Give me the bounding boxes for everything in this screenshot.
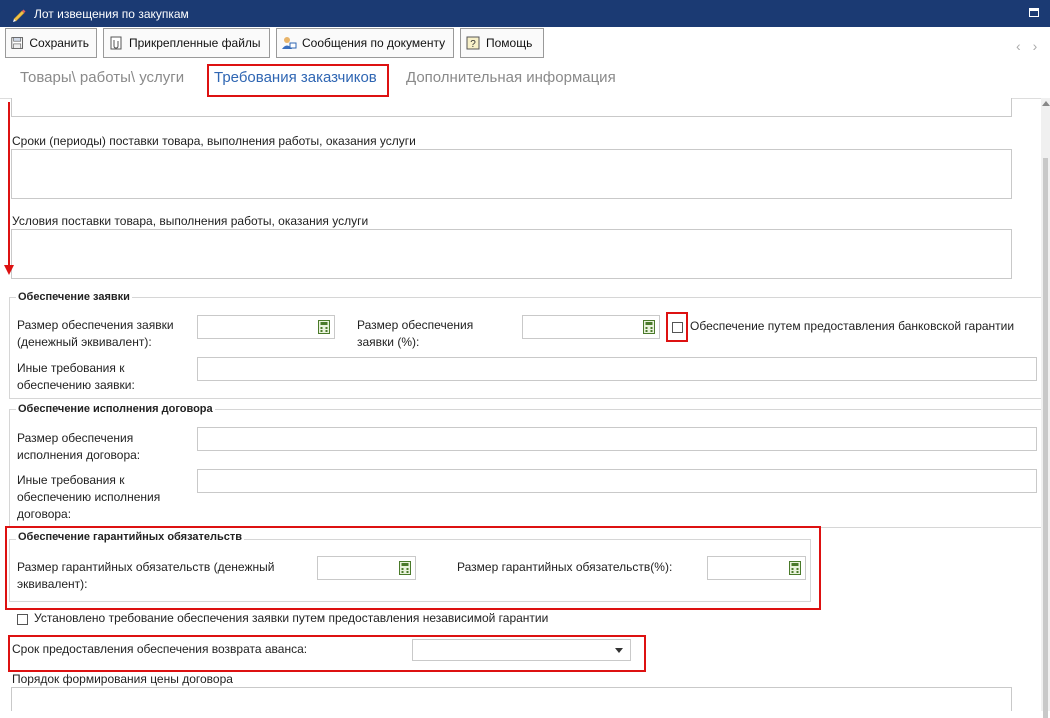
vertical-scrollbar[interactable] bbox=[1041, 98, 1050, 718]
user-message-icon bbox=[282, 37, 297, 49]
bid-amount-label-line1: Размер обеспечения заявки bbox=[17, 318, 174, 332]
toolbar: Сохранить Прикрепленные файлы Сообщения … bbox=[0, 27, 1050, 61]
messages-label: Сообщения по документу bbox=[302, 36, 446, 50]
delivery-terms-label: Условия поставки товара, выполнения рабо… bbox=[12, 214, 369, 228]
attachments-label: Прикрепленные файлы bbox=[129, 36, 261, 50]
delivery-terms-textarea[interactable] bbox=[11, 229, 1012, 279]
save-icon bbox=[11, 37, 24, 49]
independent-guarantee-label: Установлено требование обеспечения заявк… bbox=[34, 611, 549, 625]
highlight-advance-return bbox=[8, 635, 646, 672]
next-record-button[interactable]: › bbox=[1033, 38, 1050, 54]
window-titlebar: Лот извещения по закупкам bbox=[0, 0, 1050, 27]
pencil-icon bbox=[13, 9, 26, 22]
bid-amount-label: Размер обеспечения заявки (денежный экви… bbox=[17, 317, 174, 351]
independent-guarantee-checkbox[interactable] bbox=[17, 614, 28, 625]
delivery-periods-textarea[interactable] bbox=[11, 149, 1012, 199]
contract-amount-label-line1: Размер обеспечения bbox=[17, 431, 134, 445]
attachments-button[interactable]: Прикрепленные файлы bbox=[103, 28, 270, 58]
bid-amount-input[interactable] bbox=[197, 315, 335, 339]
bid-percent-label: Размер обеспечения заявки (%): bbox=[357, 317, 473, 351]
contract-other-input[interactable] bbox=[197, 469, 1037, 493]
scrollbar-thumb[interactable] bbox=[1043, 158, 1048, 718]
delivery-periods-label: Сроки (периоды) поставки товара, выполне… bbox=[12, 134, 416, 148]
maximize-button[interactable] bbox=[1029, 8, 1039, 17]
svg-text:?: ? bbox=[470, 39, 476, 50]
record-navigation: ‹› bbox=[1016, 38, 1049, 54]
tab-additional-info[interactable]: Дополнительная информация bbox=[406, 69, 616, 86]
highlight-warranty bbox=[5, 526, 821, 610]
contract-other-label-line3: договора: bbox=[17, 507, 72, 521]
highlight-bank-guarantee bbox=[666, 312, 688, 342]
previous-textarea[interactable] bbox=[11, 98, 1012, 117]
price-formation-textarea[interactable] bbox=[11, 687, 1012, 711]
tab-bar: Товары\ работы\ услуги Требования заказч… bbox=[0, 61, 1050, 99]
calculator-icon[interactable] bbox=[643, 320, 655, 334]
bid-amount-label-line2: (денежный эквивалент): bbox=[17, 335, 152, 349]
bid-percent-label-line2: заявки (%): bbox=[357, 335, 420, 349]
bid-security-title: Обеспечение заявки bbox=[16, 291, 132, 303]
contract-other-label-line1: Иные требования к bbox=[17, 473, 125, 487]
bid-percent-input[interactable] bbox=[522, 315, 660, 339]
annotation-arrowhead bbox=[4, 265, 14, 275]
help-button[interactable]: ? Помощь bbox=[460, 28, 544, 58]
form-content: Сроки (периоды) поставки товара, выполне… bbox=[0, 98, 1041, 711]
bid-other-input[interactable] bbox=[197, 357, 1037, 381]
contract-other-label-line2: обеспечению исполнения bbox=[17, 490, 161, 504]
bid-other-label-line1: Иные требования к bbox=[17, 361, 125, 375]
save-label: Сохранить bbox=[29, 36, 89, 50]
prev-record-button[interactable]: ‹ bbox=[1016, 38, 1033, 54]
price-formation-label: Порядок формирования цены договора bbox=[12, 672, 233, 686]
contract-amount-label-line2: исполнения договора: bbox=[17, 448, 141, 462]
calculator-icon[interactable] bbox=[318, 320, 330, 334]
help-icon: ? bbox=[466, 36, 480, 50]
help-label: Помощь bbox=[486, 36, 533, 50]
contract-amount-label: Размер обеспечения исполнения договора: bbox=[17, 430, 140, 464]
bid-other-label-line2: обеспечению заявки: bbox=[17, 378, 135, 392]
save-button[interactable]: Сохранить bbox=[5, 28, 97, 58]
bank-guarantee-label: Обеспечение путем предоставления банковс… bbox=[690, 319, 1015, 333]
tab-goods-works-services[interactable]: Товары\ работы\ услуги bbox=[20, 69, 184, 86]
window-title: Лот извещения по закупкам bbox=[34, 7, 189, 21]
highlight-tab bbox=[207, 64, 389, 97]
attachment-icon bbox=[110, 36, 122, 50]
messages-button[interactable]: Сообщения по документу bbox=[276, 28, 454, 58]
annotation-arrow bbox=[8, 102, 10, 267]
contract-security-title: Обеспечение исполнения договора bbox=[16, 403, 215, 415]
contract-other-label: Иные требования к обеспечению исполнения… bbox=[17, 472, 160, 523]
contract-amount-input[interactable] bbox=[197, 427, 1037, 451]
bid-other-label: Иные требования к обеспечению заявки: bbox=[17, 360, 135, 394]
bid-percent-label-line1: Размер обеспечения bbox=[357, 318, 474, 332]
scroll-up-icon[interactable] bbox=[1042, 101, 1050, 106]
